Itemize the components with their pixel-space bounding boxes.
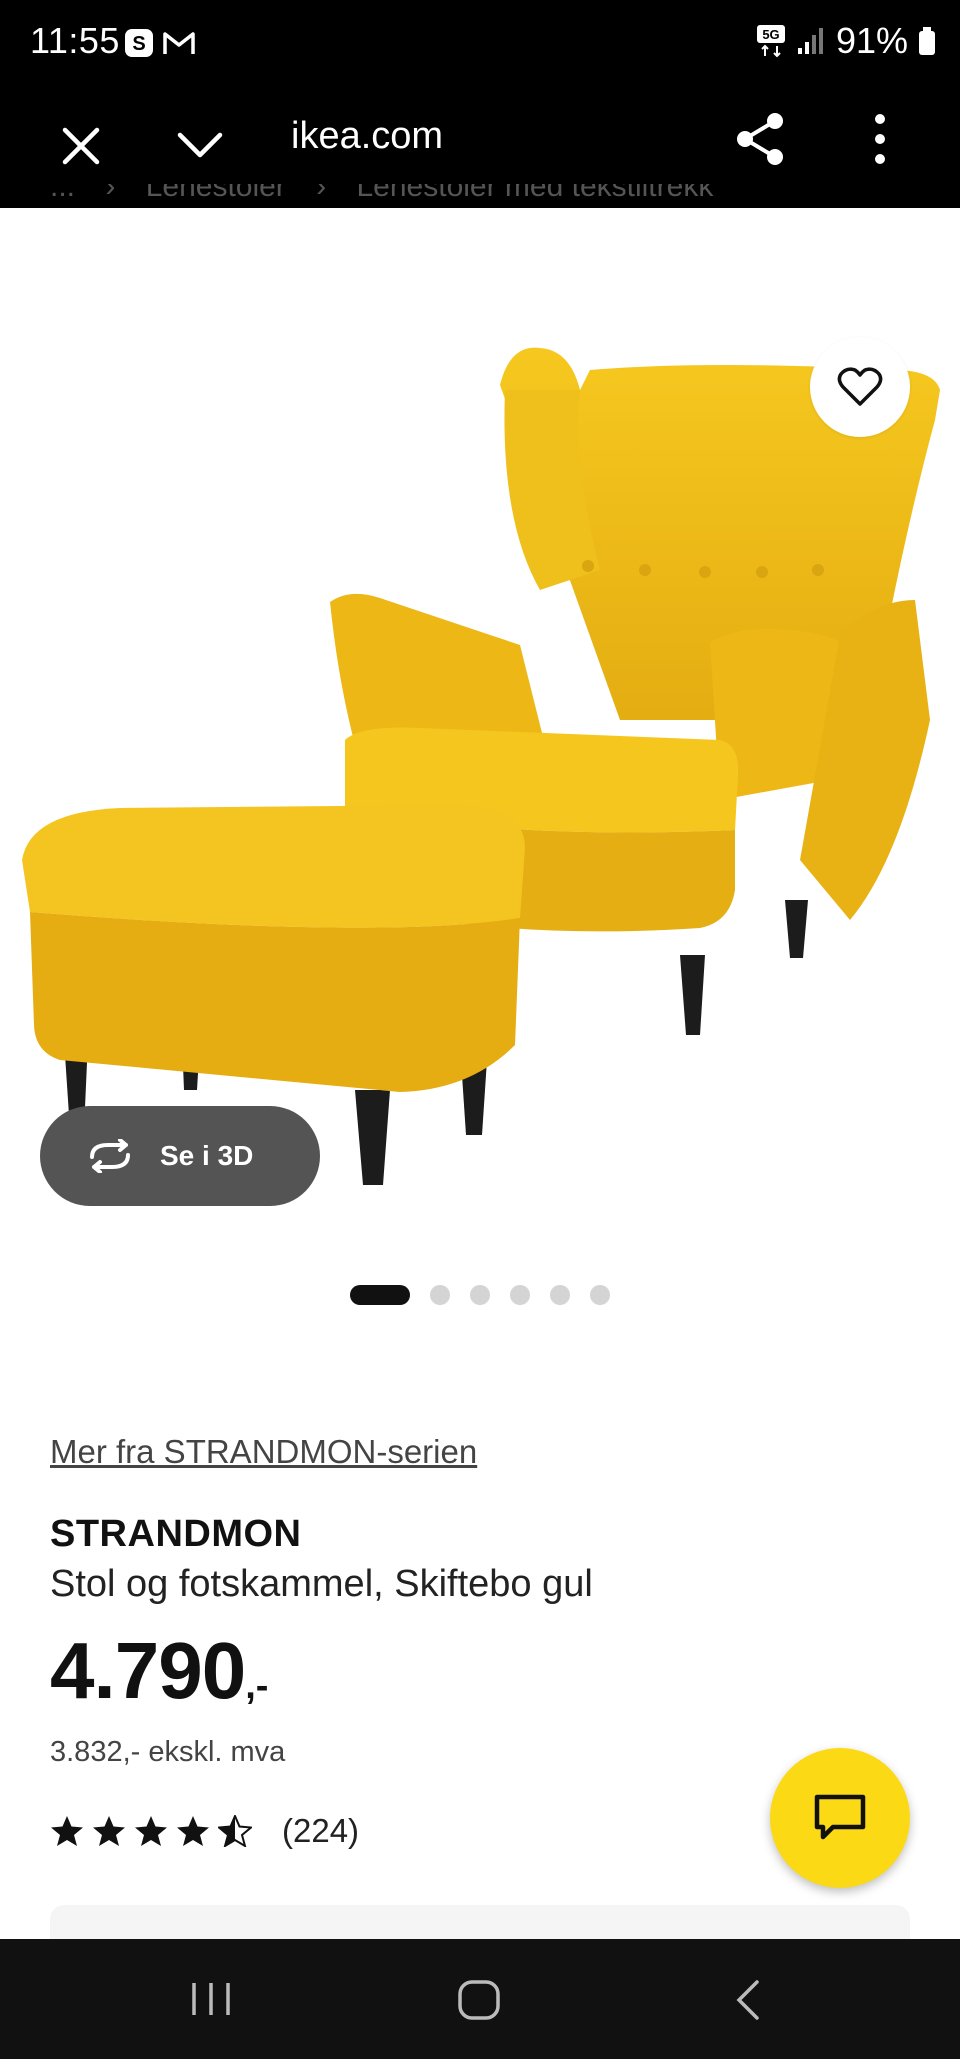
- system-navigation-bar: [0, 1939, 960, 2059]
- see-in-3d-button[interactable]: Se i 3D: [40, 1106, 320, 1206]
- star-half-icon: [218, 1815, 252, 1847]
- battery-icon: [919, 27, 935, 55]
- star-icon: [93, 1816, 125, 1846]
- breadcrumb-item[interactable]: ...: [50, 184, 75, 203]
- share-icon[interactable]: [735, 111, 785, 167]
- status-bar: 11:55 S 5G 91%: [0, 0, 960, 85]
- price-ex-vat: 3.832,- ekskl. mva: [50, 1736, 286, 1768]
- carousel-dot[interactable]: [430, 1285, 450, 1305]
- favorite-button[interactable]: [810, 337, 910, 437]
- rating-stars: [50, 1815, 252, 1847]
- star-icon: [51, 1816, 83, 1846]
- carousel-dot[interactable]: [590, 1285, 610, 1305]
- carousel-dot-active[interactable]: [350, 1285, 410, 1305]
- series-link[interactable]: Mer fra STRANDMON-serien: [50, 1433, 477, 1471]
- see-in-3d-label: Se i 3D: [160, 1140, 254, 1171]
- star-icon: [177, 1816, 209, 1846]
- svg-text:5G: 5G: [762, 27, 779, 42]
- recent-apps-icon[interactable]: [190, 1979, 232, 2019]
- rotate-3d-icon: [90, 1139, 130, 1173]
- chevron-down-icon[interactable]: [176, 130, 224, 160]
- product-rating[interactable]: (224): [50, 1812, 359, 1850]
- star-icon: [135, 1816, 167, 1846]
- breadcrumb: ... › Lenestoler › Lenestoler med teksti…: [50, 184, 950, 208]
- carousel-dot[interactable]: [550, 1285, 570, 1305]
- breadcrumb-item[interactable]: Lenestoler: [146, 184, 286, 203]
- network-5g-icon: 5G: [756, 25, 785, 58]
- more-options-icon[interactable]: [872, 113, 888, 165]
- product-description: Stol og fotskammel, Skiftebo gul: [50, 1563, 593, 1605]
- signal-icon: [797, 28, 823, 54]
- s-app-icon: S: [125, 29, 153, 57]
- chat-button[interactable]: [770, 1748, 910, 1888]
- image-carousel-indicator: [350, 1285, 610, 1305]
- carousel-dot[interactable]: [510, 1285, 530, 1305]
- status-time: 11:55: [30, 20, 120, 61]
- heart-icon: [837, 367, 883, 406]
- price-suffix: ,-: [245, 1665, 269, 1707]
- chevron-right-icon: ›: [316, 184, 327, 203]
- svg-text:S: S: [132, 33, 145, 55]
- carousel-dot[interactable]: [470, 1285, 490, 1305]
- url-text[interactable]: ikea.com: [291, 115, 443, 158]
- chevron-right-icon: ›: [105, 184, 116, 203]
- breadcrumb-item[interactable]: Lenestoler med tekstiltrekk: [357, 184, 714, 203]
- home-icon[interactable]: [457, 1979, 501, 2021]
- product-name: STRANDMON: [50, 1513, 302, 1555]
- price-main: 4.790: [50, 1626, 246, 1715]
- close-icon[interactable]: [60, 125, 102, 167]
- back-icon[interactable]: [733, 1979, 763, 2021]
- chat-icon: [814, 1794, 866, 1840]
- product-price: 4.790,-: [50, 1625, 268, 1717]
- gmail-icon: [163, 32, 195, 54]
- review-count[interactable]: (224): [282, 1812, 359, 1850]
- battery-percent: 91%: [835, 20, 908, 61]
